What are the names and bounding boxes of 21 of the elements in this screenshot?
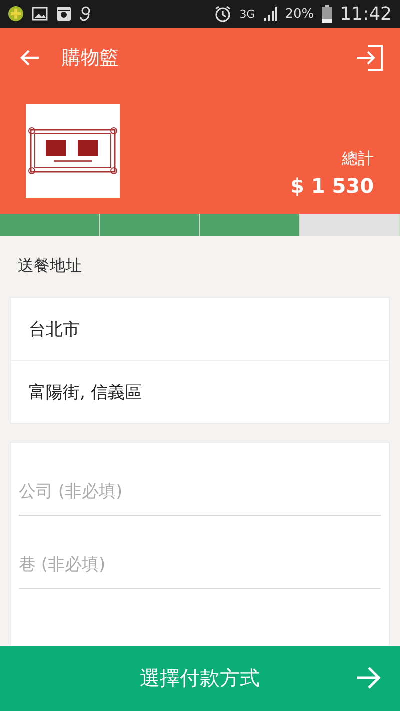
address-line[interactable]: 富陽街, 信義區	[11, 360, 389, 423]
back-button[interactable]	[20, 48, 40, 66]
section-title: 送餐地址	[17, 255, 83, 277]
clock: 11:42	[340, 4, 392, 24]
login-button[interactable]	[356, 44, 384, 72]
address-line[interactable]: 台北市	[11, 298, 389, 360]
camera-icon	[56, 6, 72, 22]
signal-icon	[263, 6, 278, 22]
battery-icon	[322, 5, 332, 23]
total-label: 總計	[342, 149, 374, 170]
image-icon	[32, 7, 48, 21]
total-amount: $ 1 530	[290, 174, 374, 198]
arrow-right-icon	[356, 666, 382, 690]
g-letter-icon	[80, 5, 92, 23]
app-icon	[8, 6, 24, 22]
alarm-icon	[214, 5, 232, 23]
input-field[interactable]: 巷 (非必填)	[19, 542, 381, 589]
battery-percent: 20%	[285, 6, 314, 22]
screen-title: 購物籃	[62, 46, 120, 70]
input-field[interactable]: 公司 (非必填)	[19, 469, 381, 516]
network-type: 3G	[240, 8, 256, 20]
